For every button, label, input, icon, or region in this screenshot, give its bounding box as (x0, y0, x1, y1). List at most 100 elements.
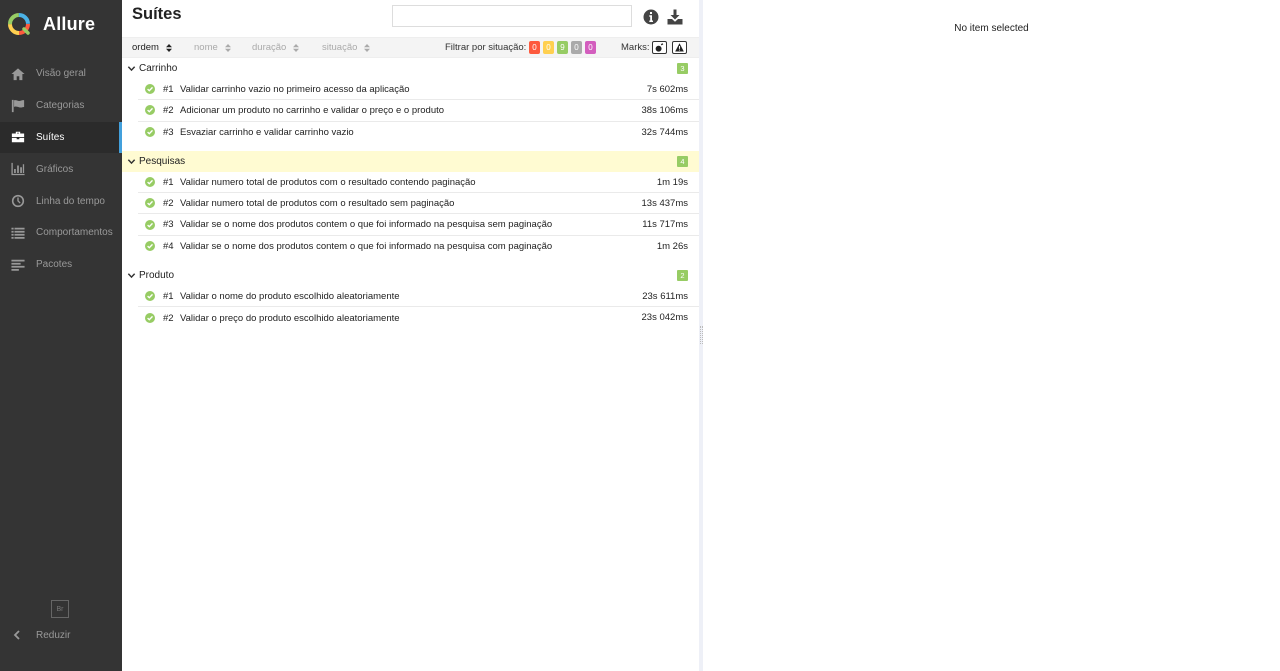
test-name: Esvaziar carrinho e validar carrinho vaz… (180, 126, 354, 138)
test-name: Validar carrinho vazio no primeiro acess… (180, 83, 410, 95)
test-row[interactable]: #1 Validar carrinho vazio no primeiro ace… (138, 79, 699, 101)
suite-name: Produto (139, 270, 175, 282)
test-number: #4 (163, 240, 174, 252)
test-row[interactable]: #1 Validar numero total de produtos com o… (138, 172, 699, 194)
sort-by-duration[interactable]: duração (252, 42, 300, 53)
suites-tree: Carrinho 3 #1 Validar carrinho vazio no pri… (122, 58, 699, 337)
test-duration: 32s 744ms (641, 126, 688, 138)
info-button[interactable] (643, 9, 659, 25)
status-count-passed[interactable]: 9 (557, 41, 568, 54)
suite-test-list: #1 Validar carrinho vazio no primeiro ace… (122, 79, 699, 143)
brand[interactable]: Allure (7, 10, 95, 38)
warning-icon (675, 43, 684, 52)
suite-group-header[interactable]: Produto 2 (122, 265, 699, 286)
search-input[interactable] (392, 5, 632, 27)
passed-status-icon (145, 291, 155, 302)
sidebar-item-label: Categorias (36, 100, 85, 112)
passed-status-icon (145, 241, 155, 252)
test-duration: 13s 437ms (641, 198, 688, 210)
allure-logo-icon (8, 13, 30, 35)
suite-test-list: #1 Validar o nome do produto escolhido al… (122, 286, 699, 329)
page-title: Suítes (132, 5, 182, 23)
test-row[interactable]: #1 Validar o nome do produto escolhido al… (138, 286, 699, 308)
sidebar-item-timeline[interactable]: Linha do tempo (0, 185, 122, 217)
chevron-down-icon (127, 66, 136, 72)
test-row[interactable]: #4 Validar se o nome dos produtos contem … (138, 236, 699, 257)
test-name: Adicionar um produto no carrinho e valid… (180, 104, 445, 116)
suites-panel: Suítes ordem nome duração situação Filtr… (122, 0, 699, 671)
sidebar-item-suites[interactable]: Suítes (0, 121, 122, 154)
test-row[interactable]: #3 Validar se o nome dos produtos contem … (138, 214, 699, 236)
language-select[interactable]: Br (51, 600, 69, 618)
suite-name: Carrinho (139, 63, 178, 74)
sort-label: ordem (132, 42, 159, 53)
test-number: #3 (163, 219, 174, 231)
empty-state-text: No item selected (954, 23, 1029, 34)
test-row[interactable]: #2 Validar o preço do produto escolhido a… (138, 307, 699, 328)
sort-bar: ordem nome duração situação Filtrar por … (122, 37, 699, 58)
bar-chart-icon (11, 162, 25, 176)
test-row[interactable]: #2 Validar numero total de produtos com o… (138, 193, 699, 215)
test-duration: 1m 19s (656, 176, 688, 188)
test-name: Validar se o nome dos produtos contem o … (180, 219, 553, 231)
flag-icon (11, 99, 25, 113)
test-row[interactable]: #2 Adicionar um produto no carrinho e val… (138, 100, 699, 122)
test-duration: 38s 106ms (641, 105, 688, 117)
test-name: Validar o nome do produto escolhido alea… (180, 290, 400, 302)
sort-icon (364, 43, 371, 52)
passed-status-icon (145, 219, 155, 230)
marks-label: Marks: (621, 42, 650, 53)
briefcase-icon (11, 130, 25, 144)
sidebar-item-overview[interactable]: Visão geral (0, 58, 122, 90)
bomb-icon (655, 43, 664, 52)
download-button[interactable] (667, 9, 683, 25)
sort-by-name[interactable]: nome (194, 42, 231, 53)
suite-count-badge: 4 (677, 155, 688, 167)
sidebar-item-label: Linha do tempo (36, 195, 105, 207)
suite-test-list: #1 Validar numero total de produtos com o… (122, 172, 699, 257)
sidebar-item-behaviors[interactable]: Comportamentos (0, 217, 122, 249)
sidebar-item-label: Comportamentos (36, 227, 113, 239)
test-number: #1 (163, 176, 174, 188)
collapse-button[interactable]: Reduzir (0, 624, 122, 646)
sidebar-item-categories[interactable]: Categorias (0, 90, 122, 122)
sidebar-item-packages[interactable]: Pacotes (0, 249, 122, 281)
detail-panel: No item selected (703, 0, 1280, 671)
warning-mark-toggle[interactable] (672, 41, 687, 54)
sort-label: nome (194, 42, 218, 53)
sidebar-item-label: Pacotes (36, 259, 73, 271)
status-count-failed[interactable]: 0 (529, 41, 540, 54)
test-number: #2 (163, 197, 174, 209)
passed-status-icon (145, 313, 155, 324)
test-name: Validar numero total de produtos com o r… (180, 176, 476, 188)
status-count-unknown[interactable]: 0 (585, 41, 596, 54)
test-name: Validar o preço do produto escolhido ale… (180, 312, 400, 324)
test-duration: 1m 26s (656, 240, 688, 252)
test-name: Validar se o nome dos produtos contem o … (180, 240, 553, 252)
suite-group-header[interactable]: Pesquisas 4 (122, 150, 699, 172)
chevron-down-icon (127, 159, 136, 165)
suite-group-header[interactable]: Carrinho 3 (122, 58, 699, 79)
sidebar-item-label: Visão geral (36, 68, 86, 80)
status-count-broken[interactable]: 0 (543, 41, 554, 54)
flaky-mark-toggle[interactable] (652, 41, 667, 54)
passed-status-icon (145, 198, 155, 209)
chevron-left-icon (13, 630, 20, 640)
suite-count-badge: 2 (677, 270, 688, 282)
test-row[interactable]: #3 Esvaziar carrinho e validar carrinho v… (138, 122, 699, 143)
sort-icon (224, 43, 231, 52)
status-count-skipped[interactable]: 0 (571, 41, 582, 54)
passed-status-icon (145, 127, 155, 138)
chevron-down-icon (127, 273, 136, 279)
test-duration: 11s 717ms (642, 219, 688, 231)
test-name: Validar numero total de produtos com o r… (180, 197, 455, 209)
info-icon (643, 9, 659, 25)
sort-by-status[interactable]: situação (322, 42, 371, 53)
clock-icon (11, 194, 25, 208)
status-filter: 0 0 9 0 0 (529, 41, 596, 54)
home-icon (11, 67, 25, 81)
sidebar-item-graphs[interactable]: Gráficos (0, 153, 122, 185)
status-filter-label: Filtrar por situação: (445, 42, 527, 53)
sort-by-order[interactable]: ordem (132, 42, 172, 53)
passed-status-icon (145, 177, 155, 188)
